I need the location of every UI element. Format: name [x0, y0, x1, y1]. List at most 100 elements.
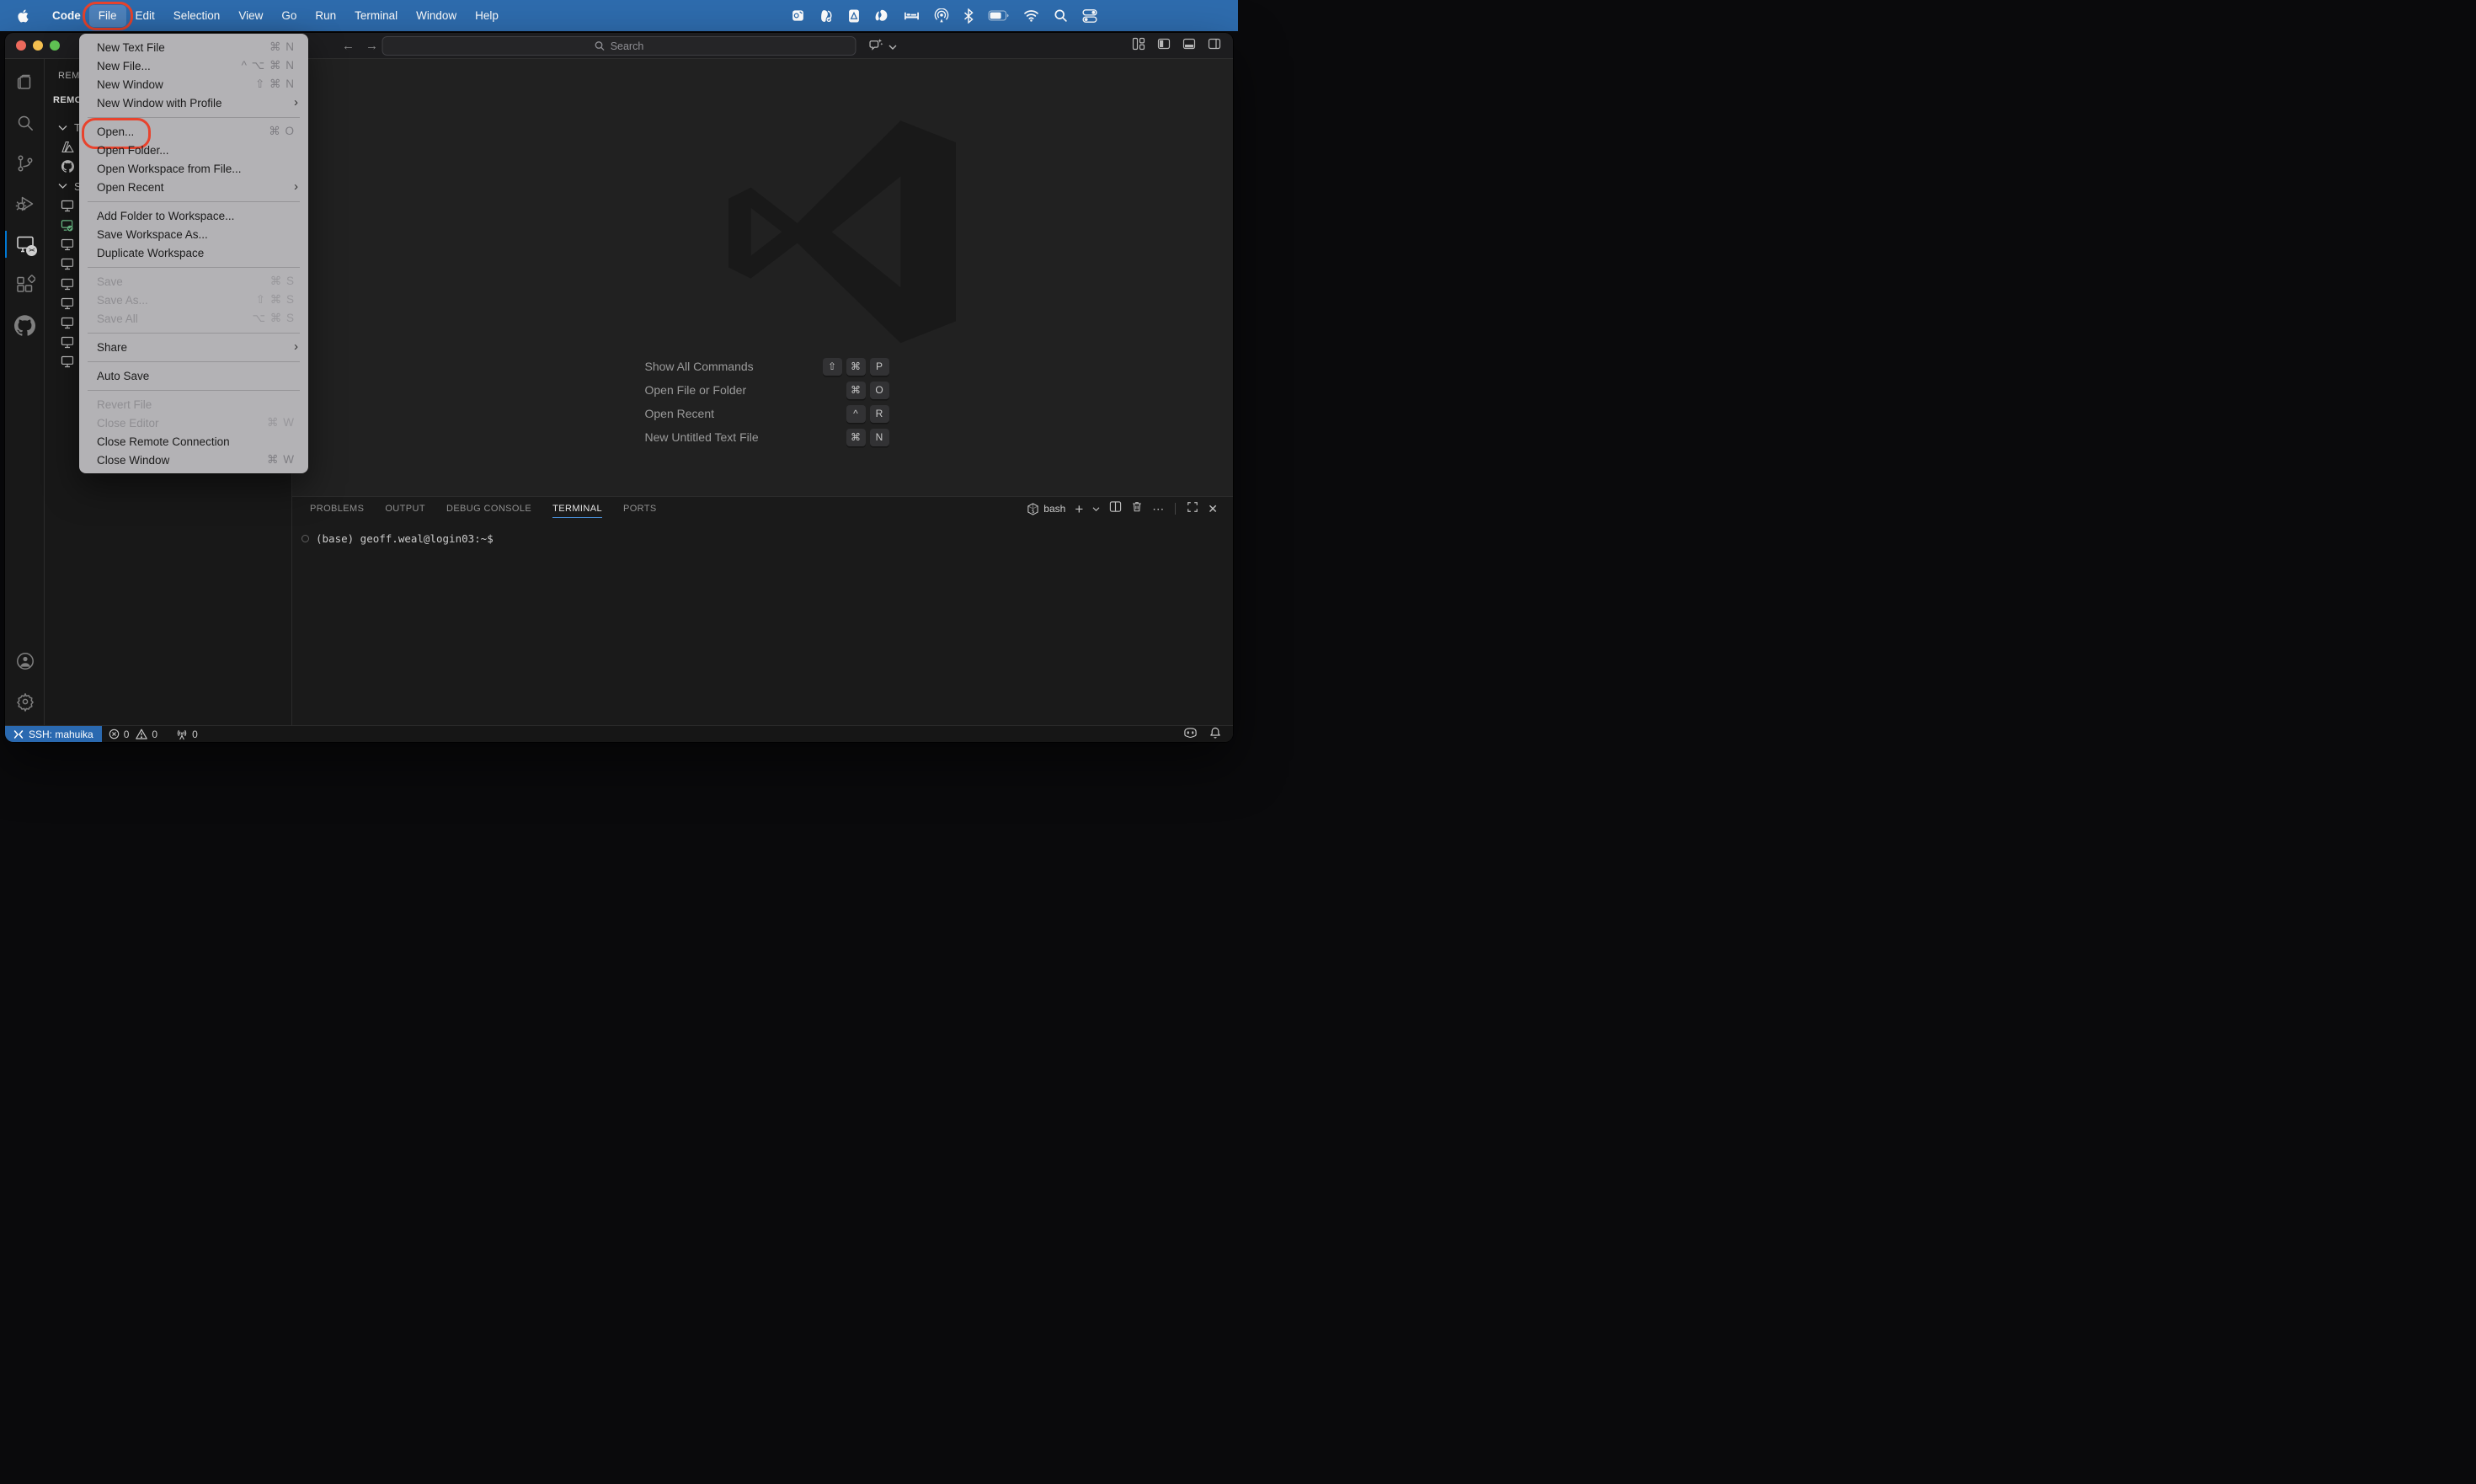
menubar-menu-item[interactable]: Run: [306, 5, 345, 27]
kill-terminal-icon[interactable]: [1131, 500, 1143, 517]
ports-status[interactable]: 0: [169, 726, 205, 742]
search-view-icon[interactable]: [5, 103, 45, 143]
notifications-bell-icon[interactable]: [1209, 727, 1221, 741]
menubar-app-name[interactable]: Code: [44, 9, 89, 22]
new-terminal-icon[interactable]: +: [1075, 502, 1083, 516]
menubar-menu-item[interactable]: Terminal: [345, 5, 407, 27]
chevron-down-icon[interactable]: [888, 40, 897, 55]
bed-icon[interactable]: [904, 9, 920, 23]
file-menu-item[interactable]: Save All ⌥ ⌘ S: [79, 309, 308, 328]
file-menu-item[interactable]: Close Window ⌘ W: [79, 451, 308, 469]
file-menu-item[interactable]: [88, 116, 300, 118]
maximize-panel-icon[interactable]: [1187, 501, 1198, 517]
file-menu-item[interactable]: Open... ⌘ O: [79, 118, 308, 149]
minimize-window-button[interactable]: [33, 40, 43, 51]
menubar-menu-item[interactable]: View: [229, 5, 272, 27]
go-back-button[interactable]: ←: [342, 39, 355, 53]
problems-status[interactable]: 0 0: [102, 726, 164, 742]
file-menu-item[interactable]: Share ›: [79, 338, 308, 356]
extensions-icon[interactable]: [5, 264, 45, 305]
airdrop-icon[interactable]: [934, 8, 949, 24]
file-menu-item-label: Open Workspace from File...: [97, 162, 242, 175]
status-bar: SSH: mahuika 0 0 0: [5, 725, 1233, 742]
copilot-status-icon[interactable]: [1183, 727, 1198, 741]
file-menu-item[interactable]: Open Folder...: [79, 141, 308, 159]
terminal[interactable]: (base) geoff.weal@login03:~$: [301, 532, 494, 545]
spotlight-search-icon[interactable]: [1054, 8, 1068, 23]
menubar-menu-item[interactable]: File: [82, 1, 133, 30]
file-menu-item[interactable]: New Text File ⌘ N: [79, 38, 308, 56]
file-menu-item[interactable]: Close Editor ⌘ W: [79, 414, 308, 432]
more-actions-icon[interactable]: ⋯: [1152, 503, 1164, 515]
menubar-menu-item[interactable]: Help: [466, 5, 508, 27]
menubar-menu-item[interactable]: Go: [272, 5, 306, 27]
file-menu-item[interactable]: [88, 266, 300, 268]
toggle-panel-icon[interactable]: [1182, 37, 1196, 55]
file-menu-item[interactable]: Auto Save: [79, 366, 308, 385]
file-menu-item[interactable]: Save ⌘ S: [79, 272, 308, 291]
file-menu-item[interactable]: Add Folder to Workspace...: [79, 206, 308, 225]
close-panel-icon[interactable]: ✕: [1208, 503, 1218, 515]
terminal-dropdown-icon[interactable]: [1092, 501, 1100, 516]
file-menu-item[interactable]: Close Remote Connection: [79, 432, 308, 451]
control-center-icon[interactable]: [1082, 8, 1097, 24]
go-forward-button[interactable]: →: [366, 39, 378, 53]
toggle-primary-sidebar-icon[interactable]: [1157, 37, 1171, 55]
warning-count: 0: [152, 728, 158, 740]
file-menu-item[interactable]: [88, 200, 300, 202]
file-menu-item[interactable]: [88, 389, 300, 391]
wifi-icon[interactable]: [1023, 9, 1039, 22]
file-menu-item[interactable]: Open Workspace from File...: [79, 159, 308, 178]
panel-tab[interactable]: PROBLEMS: [310, 497, 364, 520]
keycap: P: [869, 357, 889, 376]
file-menu-item[interactable]: Revert File: [79, 395, 308, 414]
panel-tabs: PROBLEMS OUTPUT DEBUG CONSOLE TERMINAL P…: [310, 497, 657, 520]
file-menu-item[interactable]: [88, 332, 300, 334]
file-menu-item-label: Revert File: [97, 398, 152, 411]
apple-menu-icon[interactable]: [17, 8, 30, 24]
panel-tab[interactable]: OUTPUT: [385, 497, 425, 520]
panel-tab[interactable]: PORTS: [623, 497, 657, 520]
zoom-window-button[interactable]: [50, 40, 60, 51]
remote-indicator[interactable]: SSH: mahuika: [5, 726, 102, 742]
customize-layout-icon[interactable]: [1132, 37, 1145, 55]
github-view-icon[interactable]: [5, 305, 45, 345]
source-control-icon[interactable]: [5, 143, 45, 184]
error-icon: [109, 729, 119, 739]
camera-icon[interactable]: [791, 8, 805, 23]
run-debug-icon[interactable]: [5, 184, 45, 224]
file-menu-item[interactable]: [88, 360, 300, 362]
menubar-menu-item[interactable]: Selection: [164, 5, 230, 27]
search-input[interactable]: Search: [382, 36, 856, 56]
triangle-app-icon[interactable]: [848, 8, 860, 24]
file-menu-item[interactable]: New Window ⇧ ⌘ N: [79, 75, 308, 93]
bottom-panel: PROBLEMS OUTPUT DEBUG CONSOLE TERMINAL P…: [292, 496, 1233, 725]
settings-gear-icon[interactable]: [5, 681, 45, 722]
shield-check-icon[interactable]: [819, 8, 834, 24]
leaf-icon[interactable]: [874, 8, 889, 23]
bluetooth-icon[interactable]: [963, 8, 974, 24]
file-menu-item[interactable]: New File... ^ ⌥ ⌘ N: [79, 56, 308, 75]
copilot-chat-icon[interactable]: [869, 38, 883, 56]
keycap: O: [869, 381, 889, 399]
file-menu-item[interactable]: Save Workspace As...: [79, 225, 308, 243]
close-window-button[interactable]: [16, 40, 26, 51]
panel-tab[interactable]: TERMINAL: [552, 497, 602, 520]
terminal-prompt: (base) geoff.weal@login03:~$: [316, 532, 494, 545]
file-menu-item[interactable]: Save As... ⇧ ⌘ S: [79, 291, 308, 309]
panel-tab[interactable]: DEBUG CONSOLE: [446, 497, 531, 520]
file-menu-item-shortcut: ⌘ N: [269, 40, 295, 53]
editor-group: Show All Commands ⇧ ⌘ P Open File or Fol…: [292, 59, 1233, 725]
split-terminal-icon[interactable]: [1109, 500, 1122, 517]
file-menu-item[interactable]: Duplicate Workspace: [79, 243, 308, 262]
menubar-menu-item[interactable]: Edit: [126, 5, 164, 27]
remote-explorer-icon[interactable]: ><: [5, 224, 45, 264]
explorer-icon[interactable]: [5, 62, 45, 103]
toggle-secondary-sidebar-icon[interactable]: [1208, 37, 1221, 55]
file-menu-item[interactable]: Open Recent ›: [79, 178, 308, 196]
shell-selector[interactable]: $ bash: [1027, 502, 1065, 515]
file-menu-item[interactable]: New Window with Profile ›: [79, 93, 308, 112]
menubar-menu-item[interactable]: Window: [407, 5, 466, 27]
account-icon[interactable]: [5, 641, 45, 681]
battery-icon[interactable]: [988, 10, 1009, 21]
